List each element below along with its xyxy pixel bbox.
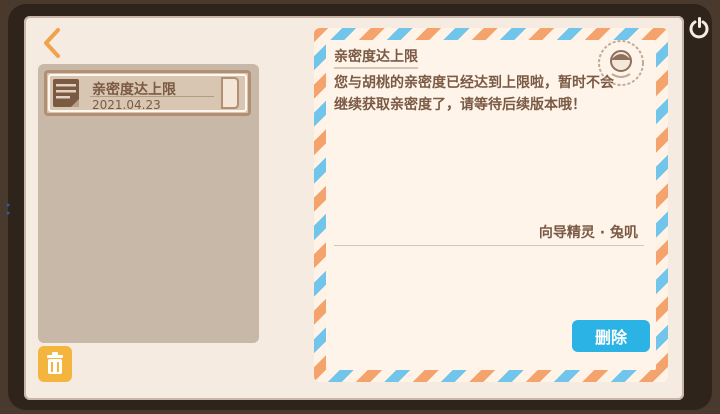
trash-button[interactable]	[38, 346, 72, 382]
letter-body: 您与胡桃的亲密度已经达到上限啦，暂时不会继续获取亲密度了，请等待后续版本哦！	[334, 75, 614, 113]
letter-title-underline	[334, 67, 418, 69]
letter-card: 亲密度达上限 您与胡桃的亲密度已经达到上限啦，暂时不会继续获取亲密度了，请等待后…	[314, 28, 668, 382]
mail-list-panel: 亲密度达上限 2021.04.23	[38, 64, 259, 343]
mail-item-date: 2021.04.23	[92, 98, 161, 112]
scroll-tab-icon	[221, 77, 239, 109]
back-button[interactable]	[38, 26, 68, 60]
delete-button[interactable]: 删除	[572, 320, 650, 352]
chevron-left-icon	[44, 28, 60, 58]
mail-item-divider	[90, 96, 214, 97]
mail-icon	[53, 79, 79, 107]
side-indicator-dots	[6, 203, 10, 215]
letter-paper: 亲密度达上限 您与胡桃的亲密度已经达到上限啦，暂时不会继续获取亲密度了，请等待后…	[326, 40, 656, 370]
device-frame: 亲密度达上限 2021.04.23 亲密度达上限 您与胡桃的亲密度已经达到上限啦…	[0, 0, 720, 414]
letter-signature: 向导精灵 · 兔叽	[538, 225, 638, 241]
mail-screen: 亲密度达上限 2021.04.23 亲密度达上限 您与胡桃的亲密度已经达到上限啦…	[24, 16, 684, 400]
mail-list-item[interactable]: 亲密度达上限 2021.04.23	[44, 70, 251, 116]
letter-signature-divider	[334, 245, 644, 246]
letter-title: 亲密度达上限	[334, 49, 418, 65]
trash-icon	[38, 346, 72, 382]
power-icon[interactable]	[688, 16, 710, 42]
stamp-icon	[598, 40, 644, 86]
